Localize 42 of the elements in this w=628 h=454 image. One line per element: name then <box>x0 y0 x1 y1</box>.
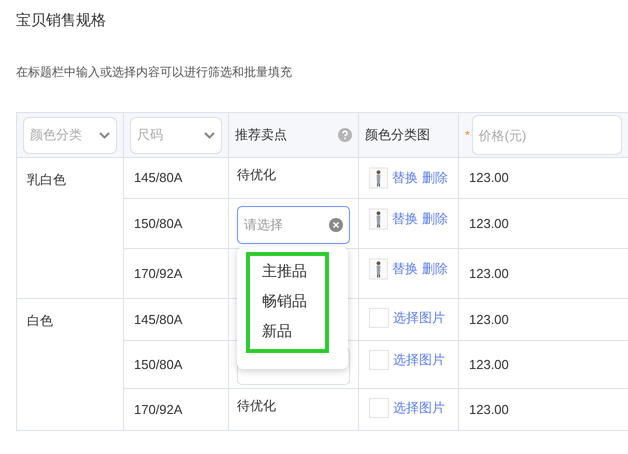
image-link[interactable]: 删除 <box>422 259 448 279</box>
table-cell: 123.00 <box>469 266 509 281</box>
chevron-down-icon <box>99 132 110 138</box>
hint-text: 在标题栏中输入或选择内容可以进行筛选和批量填充 <box>16 64 292 81</box>
table-cell: 170/92A <box>134 266 182 281</box>
table-cell: 123.00 <box>469 402 509 417</box>
image-link[interactable]: 删除 <box>422 168 448 188</box>
column-header: 颜色分类图 <box>365 126 430 144</box>
table-cell: 150/80A <box>134 216 182 231</box>
table-cell: 123.00 <box>469 170 509 186</box>
table-cell: 145/80A <box>134 312 182 327</box>
table-cell: 145/80A <box>134 170 182 186</box>
table-cell: 乳白色 <box>27 172 66 187</box>
clear-icon[interactable] <box>329 218 343 232</box>
help-icon[interactable] <box>338 128 352 142</box>
price-filter-input[interactable]: 价格(元) <box>472 115 622 155</box>
image-placeholder[interactable] <box>369 308 389 328</box>
table-cell: 白色 <box>27 313 53 328</box>
table-cell: 待优化 <box>237 398 276 413</box>
dropdown-option[interactable]: 新品 <box>262 321 292 343</box>
dropdown-option[interactable]: 主推品 <box>262 261 307 283</box>
image-link[interactable]: 替换 <box>392 209 418 229</box>
section-title: 宝贝销售规格 <box>16 11 106 31</box>
chevron-down-icon <box>204 132 215 138</box>
table-cell: 待优化 <box>237 167 276 182</box>
required-mark: * <box>465 127 470 144</box>
image-link[interactable]: 替换 <box>392 168 418 188</box>
filter-select[interactable]: 尺码 <box>130 116 222 154</box>
dropdown-option[interactable]: 畅销品 <box>262 291 307 313</box>
table-cell: 123.00 <box>469 356 509 372</box>
table-cell: 123.00 <box>469 216 509 231</box>
table-cell: 150/80A <box>134 356 182 372</box>
image-link[interactable]: 替换 <box>392 259 418 279</box>
image-link[interactable]: 删除 <box>422 209 448 229</box>
table-cell: 123.00 <box>469 312 509 327</box>
table-cell: 170/92A <box>134 402 182 417</box>
select-field[interactable] <box>237 347 350 385</box>
filter-select[interactable]: 颜色分类 <box>23 116 117 154</box>
column-header: 推荐卖点 <box>235 126 287 144</box>
image-placeholder[interactable] <box>369 398 389 418</box>
select-field[interactable]: 请选择 <box>237 206 350 244</box>
image-placeholder[interactable] <box>369 350 389 370</box>
